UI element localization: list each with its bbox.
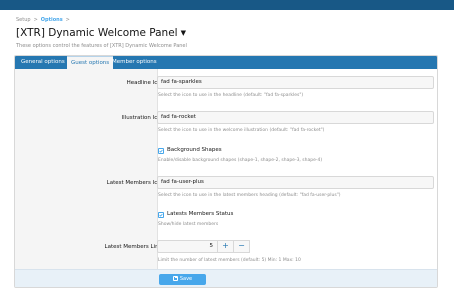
illustration-icon-hint: Select the icon to use in the welcome il… xyxy=(158,128,325,133)
save-button[interactable]: Save xyxy=(159,274,206,285)
background-shapes-hint: Enable/disable background shapes (shape-… xyxy=(158,158,323,163)
breadcrumb-separator: > xyxy=(65,17,70,23)
form-input-column xyxy=(157,69,437,269)
latest-members-icon-input[interactable]: fad fa-user-plus xyxy=(157,176,434,189)
page-title[interactable]: [XTR] Dynamic Welcome Panel ▼ xyxy=(16,27,186,39)
tab-member-options[interactable]: Member options xyxy=(108,56,161,69)
form-body xyxy=(15,69,437,269)
latest-members-icon-hint: Select the icon to use in the latest mem… xyxy=(158,193,341,198)
tab-general-options[interactable]: General options xyxy=(17,56,69,69)
top-navigation-bar xyxy=(0,0,454,10)
increment-button[interactable]: + xyxy=(217,240,234,253)
options-panel: General options Guest options Member opt… xyxy=(14,55,438,288)
background-shapes-label[interactable]: Background Shapes xyxy=(167,147,222,153)
breadcrumb-separator: > xyxy=(33,17,38,23)
tab-guest-options[interactable]: Guest options xyxy=(67,56,114,69)
save-button-label: Save xyxy=(179,276,193,282)
headline-icon-input[interactable]: fad fa-sparkles xyxy=(157,76,434,89)
headline-icon-hint: Select the icon to use in the headline (… xyxy=(158,93,304,98)
check-icon xyxy=(159,213,163,217)
check-icon xyxy=(159,149,163,153)
breadcrumb-options[interactable]: Options xyxy=(41,17,63,23)
breadcrumb-setup[interactable]: Setup xyxy=(16,17,31,23)
save-icon xyxy=(172,275,178,281)
form-footer: Save xyxy=(15,269,437,287)
decrement-button[interactable]: − xyxy=(233,240,250,253)
latest-members-status-label[interactable]: Latests Members Status xyxy=(167,211,233,217)
breadcrumb: Setup > Options > xyxy=(16,17,73,23)
latest-members-status-hint: Show/hide latest members xyxy=(158,222,219,227)
page-title-text: [XTR] Dynamic Welcome Panel xyxy=(16,27,178,39)
latest-members-status-checkbox[interactable] xyxy=(158,212,164,218)
background-shapes-checkbox[interactable] xyxy=(158,148,164,154)
page-description: These options control the features of [X… xyxy=(16,43,187,49)
caret-down-icon[interactable]: ▼ xyxy=(181,29,186,37)
latest-members-limit-hint: Limit the number of latest members (defa… xyxy=(158,258,301,263)
illustration-icon-input[interactable]: fad fa-rocket xyxy=(157,111,434,124)
tab-bar: General options Guest options Member opt… xyxy=(15,56,437,69)
latest-members-limit-input[interactable]: 5 xyxy=(157,240,218,253)
